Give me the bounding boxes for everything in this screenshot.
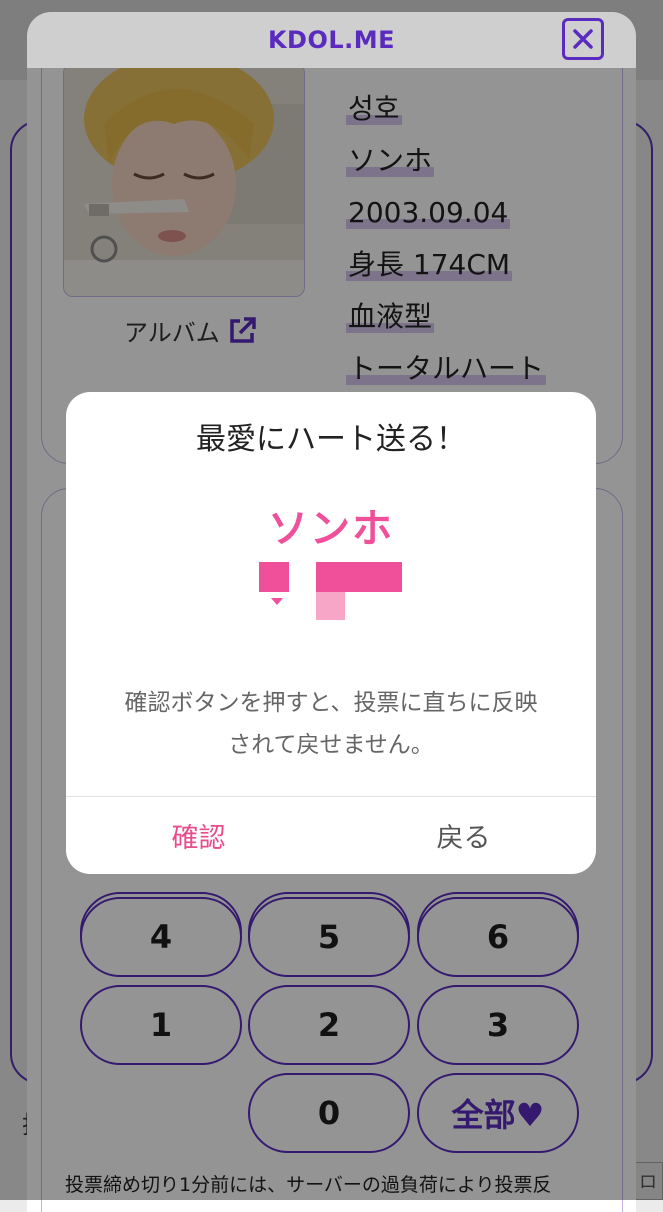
- dialog-message-line-1: 確認ボタンを押すと、投票に直ちに反映: [124, 690, 538, 716]
- heart-confirm-dialog: 最愛にハート送る！ ソンホ 確認ボタンを押すと、投票に直ちに反映 されて戻せませ…: [66, 392, 596, 874]
- target-idol-name: ソンホ: [268, 506, 394, 552]
- confirm-button[interactable]: 確認: [66, 797, 331, 874]
- close-icon: [573, 29, 593, 49]
- dialog-message: 確認ボタンを押すと、投票に直ちに反映 されて戻せません。: [90, 682, 572, 766]
- back-button[interactable]: 戻る: [331, 797, 596, 874]
- close-button[interactable]: [562, 18, 604, 60]
- heart-amount-pixel-mark: [259, 562, 402, 620]
- sheet-title: KDOL.ME: [267, 26, 396, 54]
- dialog-title: 最愛にハート送る！: [196, 422, 466, 457]
- sheet-header: KDOL.ME: [27, 12, 636, 68]
- dialog-message-line-2: されて戻せません。: [228, 732, 434, 758]
